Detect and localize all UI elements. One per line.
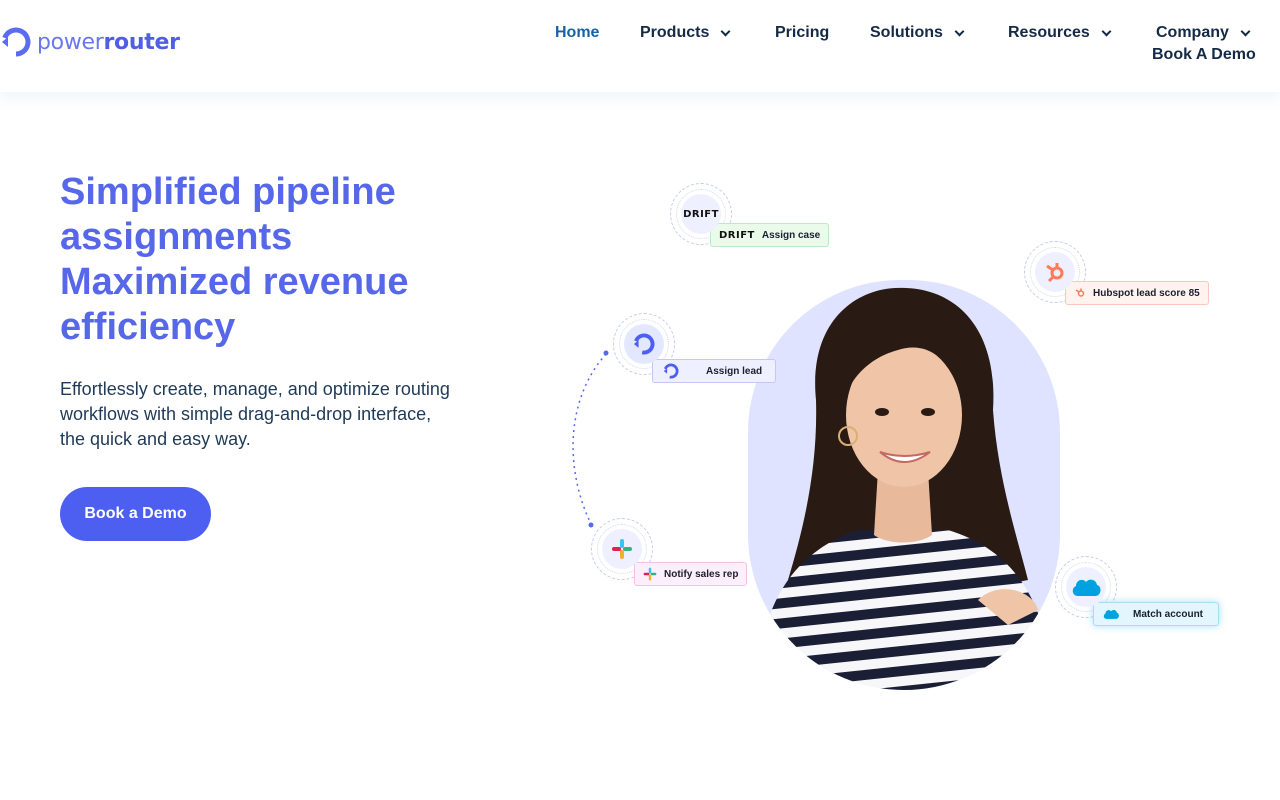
hero-title-line: Simplified pipeline [60,171,396,213]
drift-logo-icon: DRIFT [719,229,755,241]
drift-logo-icon: DRIFT [681,194,721,234]
slack-icon [602,529,642,569]
powerrouter-icon [661,361,681,381]
nav-company-label: Company [1156,24,1229,41]
hubspot-icon [1074,287,1086,299]
book-demo-button[interactable]: Book a Demo [60,487,211,541]
nav-resources[interactable]: Resources [1008,24,1112,42]
match-account-chip: Match account [1093,602,1219,626]
nav-home[interactable]: Home [555,24,599,42]
nav-products[interactable]: Products [640,24,731,42]
hero-title-line: Maximized revenue [60,261,409,303]
hero-illustration: DRIFT DRIFT Assign case Hubspot lead sco… [560,170,1260,710]
site-header: powerrouter Home Products Pricing Soluti… [0,0,1280,92]
nav-products-label: Products [640,24,710,41]
chip-label: Assign lead [706,365,763,377]
slack-icon [643,567,657,581]
nav-pricing[interactable]: Pricing [775,24,829,42]
hero-title-line: efficiency [60,306,236,348]
hero-title-line: assignments [60,216,293,258]
hubspot-icon [1035,252,1075,292]
hero-title: Simplified pipeline assignments Maximize… [60,170,540,350]
chip-label: Assign case [761,229,821,241]
powerrouter-icon [624,324,664,364]
nav-resources-label: Resources [1008,24,1090,41]
chip-label: Notify sales rep [664,568,739,580]
nav-solutions-label: Solutions [870,24,943,41]
chip-label: Match account [1133,608,1204,620]
nav-company[interactable]: Company [1156,24,1251,42]
main-nav: Home Products Pricing Solutions Resource… [0,24,1280,48]
assign-lead-chip: Assign lead [652,359,776,383]
hubspot-lead-score-chip: Hubspot lead score 85 [1065,281,1209,305]
nav-home-label: Home [555,24,600,41]
woman-portrait [758,287,1053,690]
chevron-down-icon [1101,26,1112,36]
notify-sales-rep-chip: Notify sales rep [634,562,748,586]
salesforce-icon [1102,608,1120,620]
assign-case-chip: DRIFT Assign case [710,223,830,247]
nav-pricing-label: Pricing [775,24,830,41]
nav-book-demo-link[interactable]: Book A Demo [1152,46,1256,64]
chevron-down-icon [954,26,965,36]
chevron-down-icon [720,26,731,36]
chevron-down-icon [1240,26,1251,36]
hero-subtitle: Effortlessly create, manage, and optimiz… [60,379,450,449]
nav-solutions[interactable]: Solutions [870,24,965,42]
person-image [748,280,1060,690]
chip-label: Hubspot lead score 85 [1093,287,1200,299]
salesforce-icon [1066,567,1106,607]
